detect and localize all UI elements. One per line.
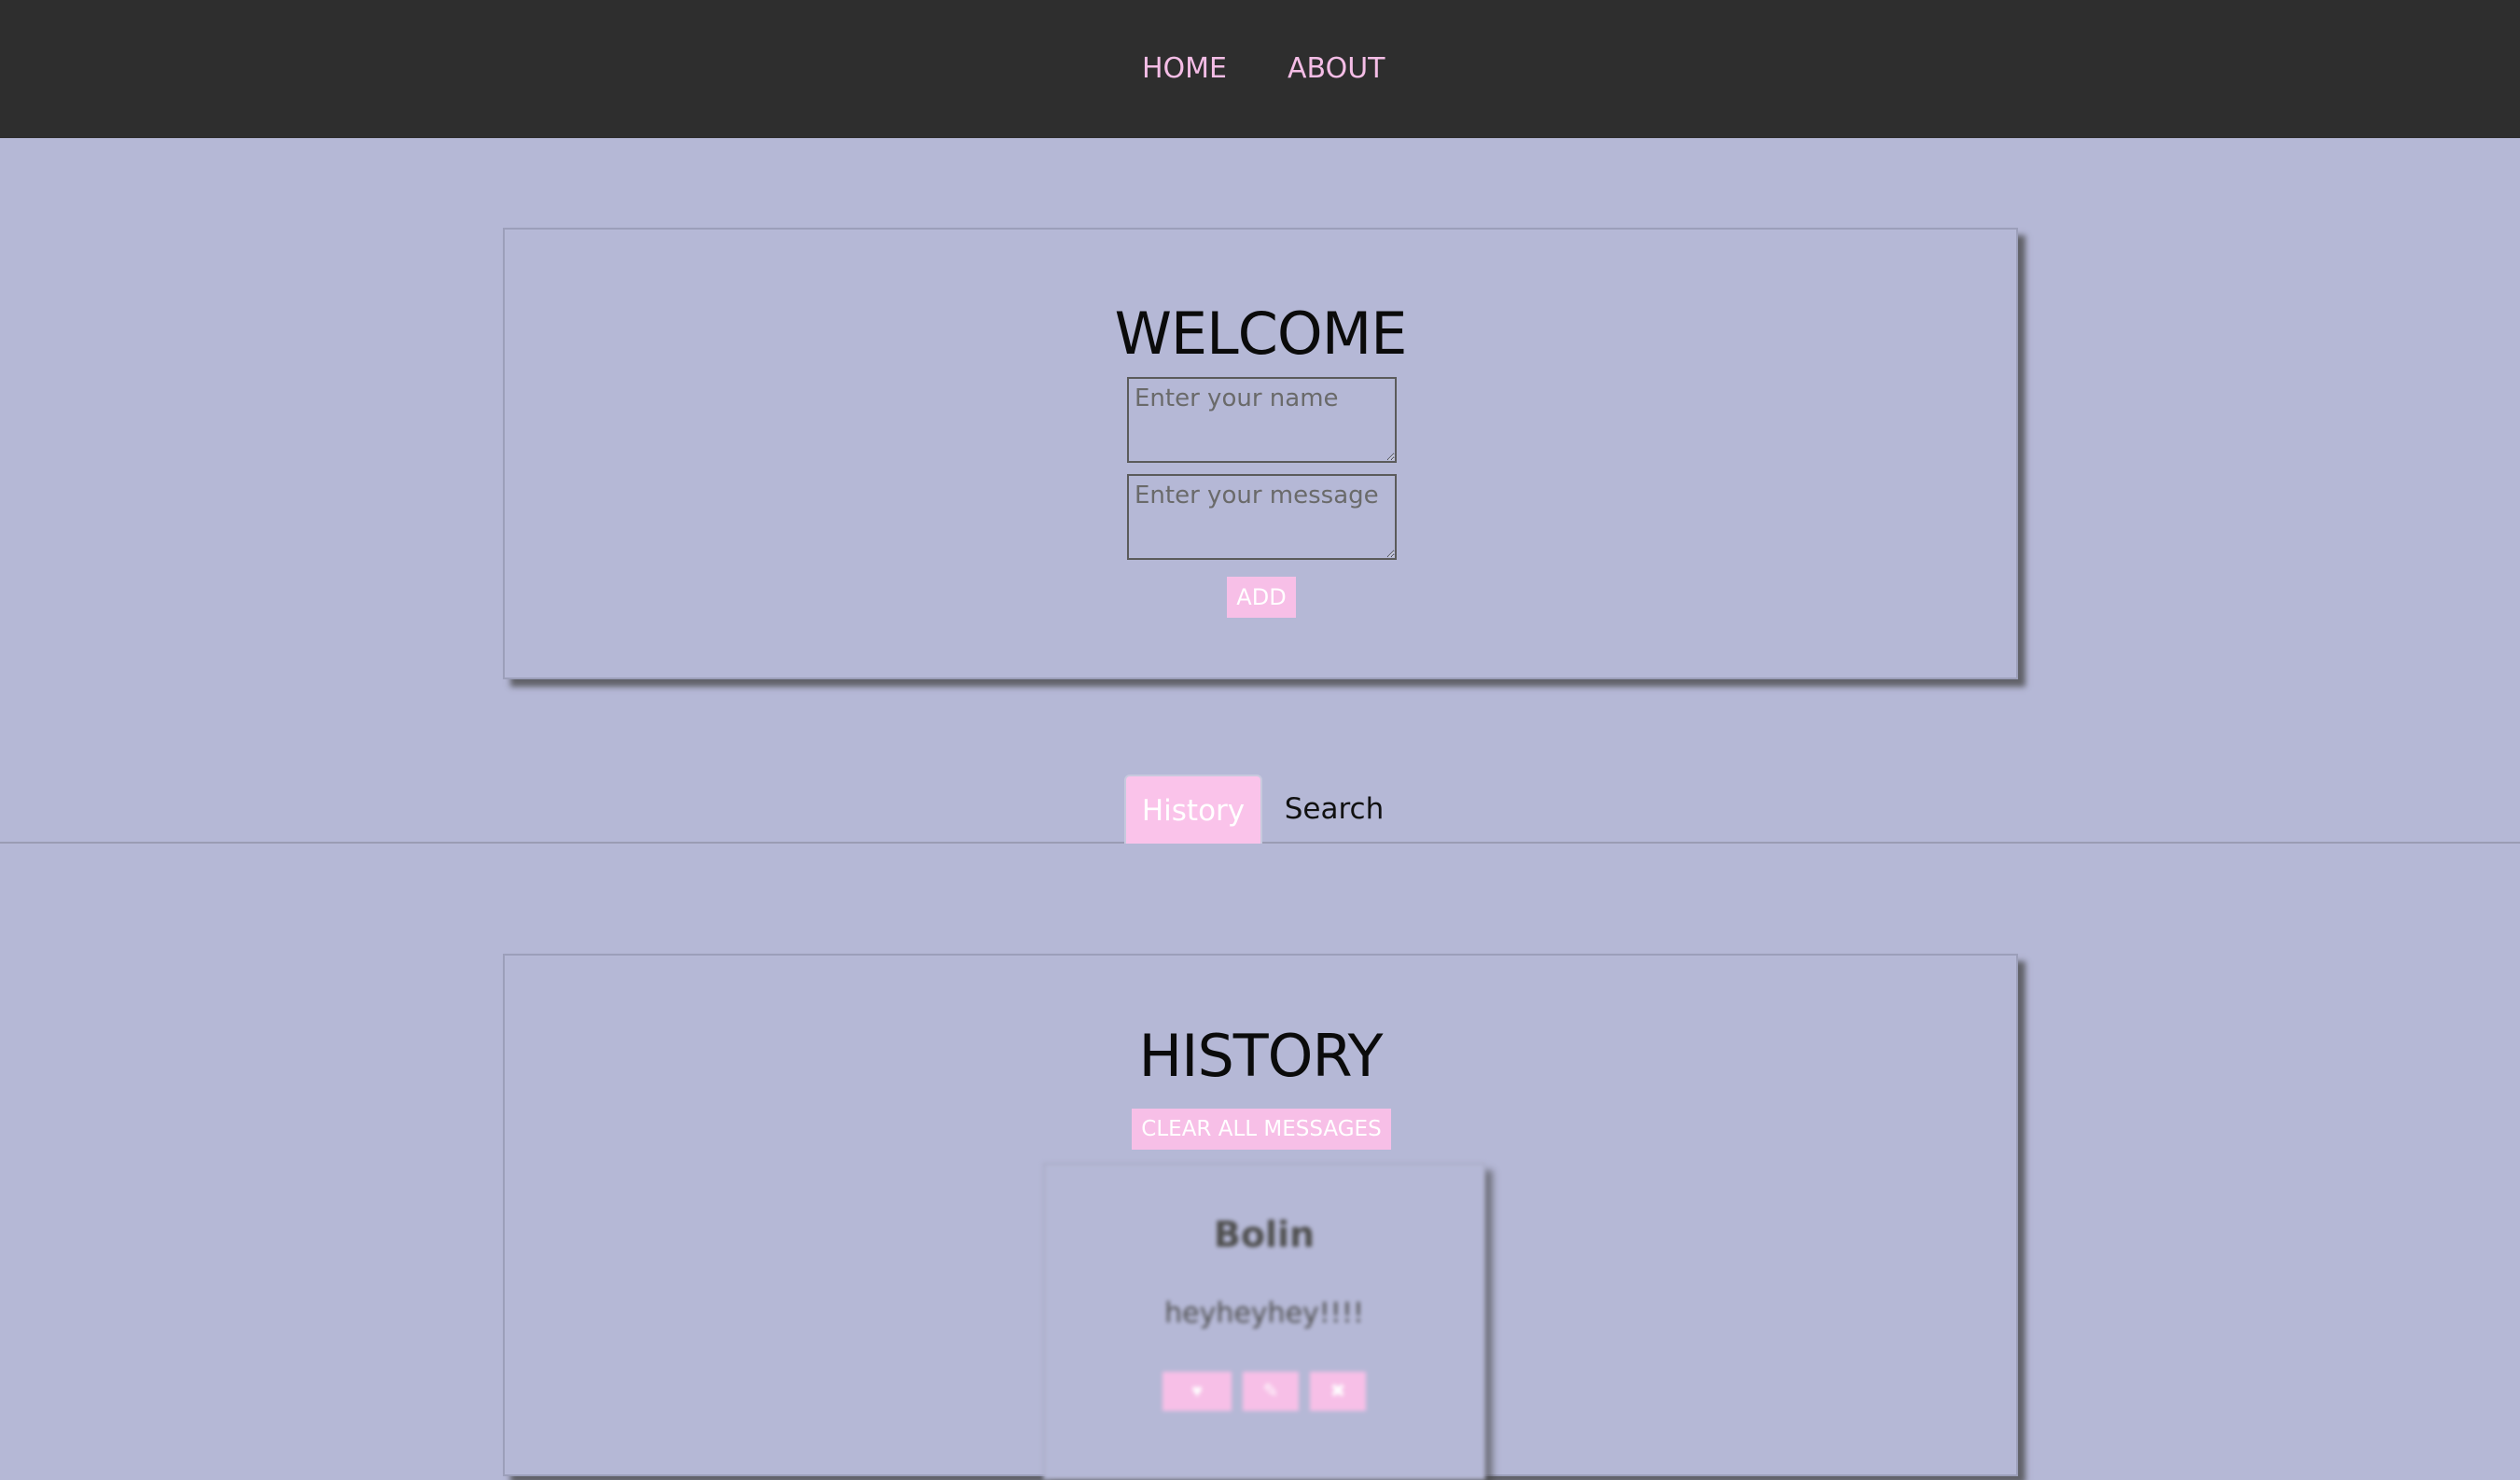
history-title: HISTORY [1138,1022,1384,1090]
like-icon: ♥ [1191,1381,1203,1402]
message-card: Bolin heyheyhey!!!! ♥ ✎ ✖ [1043,1163,1485,1480]
message-text: heyheyhey!!!! [1164,1297,1364,1330]
name-input[interactable] [1127,377,1397,463]
name-field-wrapper [1127,377,1397,463]
nav-about-link[interactable]: ABOUT [1288,49,1385,90]
message-author: Bolin [1213,1214,1316,1255]
tab-search[interactable]: Search [1269,775,1399,844]
delete-button[interactable]: ✖ [1310,1372,1366,1411]
navbar: HOME ABOUT [0,0,2520,138]
welcome-card: WELCOME ADD [503,228,2018,679]
edit-icon: ✎ [1262,1381,1279,1402]
edit-button[interactable]: ✎ [1243,1372,1299,1411]
welcome-title: WELCOME [1114,300,1408,368]
add-button[interactable]: ADD [1227,577,1296,618]
clear-all-messages-button[interactable]: CLEAR ALL MESSAGES [1132,1109,1391,1150]
delete-icon: ✖ [1330,1381,1346,1402]
history-card: HISTORY CLEAR ALL MESSAGES Bolin heyheyh… [503,954,2018,1480]
like-button[interactable]: ♥ [1163,1372,1232,1411]
message-field-wrapper [1127,474,1397,560]
message-input[interactable] [1127,474,1397,560]
tab-history[interactable]: History [1124,775,1262,844]
nav-home-link[interactable]: HOME [1142,49,1227,90]
